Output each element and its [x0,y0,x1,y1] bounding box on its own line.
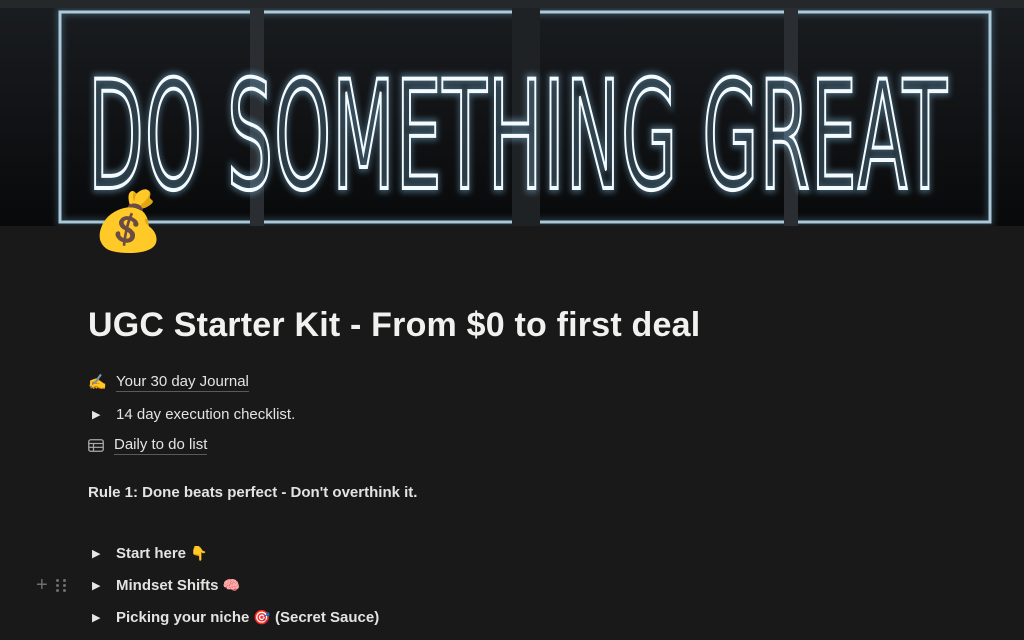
writing-hand-icon: ✍️ [88,374,107,391]
neon-text: DO SOMETHING GREAT [88,50,948,224]
mindset-label: Mindset Shifts [116,576,219,594]
todo-database-link[interactable]: Daily to do list [88,432,208,458]
todo-link-label: Daily to do list [114,435,208,455]
toggle-arrow-icon[interactable]: ▶ [92,579,112,592]
journal-page-link[interactable]: ✍️ Your 30 day Journal [88,369,249,395]
start-here-label: Start here [116,544,187,562]
page-title[interactable]: UGC Starter Kit - From $0 to first deal [88,306,700,345]
toggle-arrow-icon[interactable]: ▶ [92,611,112,624]
pointing-down-icon: 👇 [190,544,208,561]
table-icon [88,438,108,452]
toggle-arrow-icon[interactable]: ▶ [92,408,112,421]
journal-link-label: Your 30 day Journal [116,372,249,392]
niche-label: Picking your niche [116,608,250,626]
checklist-toggle[interactable]: ▶ 14 day execution checklist. [88,401,295,427]
niche-suffix: (Secret Sauce) [270,608,380,626]
toggle-arrow-icon[interactable]: ▶ [92,547,112,560]
target-icon: 🎯 [253,608,271,625]
checklist-label: 14 day execution checklist. [116,405,296,423]
brain-icon: 🧠 [222,576,240,593]
drag-handle-icon[interactable] [55,578,67,592]
start-here-toggle[interactable]: ▶ Start here 👇 [88,540,207,566]
block-hover-controls: + [36,572,67,598]
add-block-icon[interactable]: + [36,575,48,595]
money-bag-icon[interactable]: 💰 [92,186,164,258]
niche-toggle[interactable]: ▶ Picking your niche 🎯 (Secret Sauce) [88,604,379,630]
rule-text: Rule 1: Done beats perfect - Don't overt… [88,483,418,501]
mindset-toggle[interactable]: ▶ Mindset Shifts 🧠 [88,572,240,598]
